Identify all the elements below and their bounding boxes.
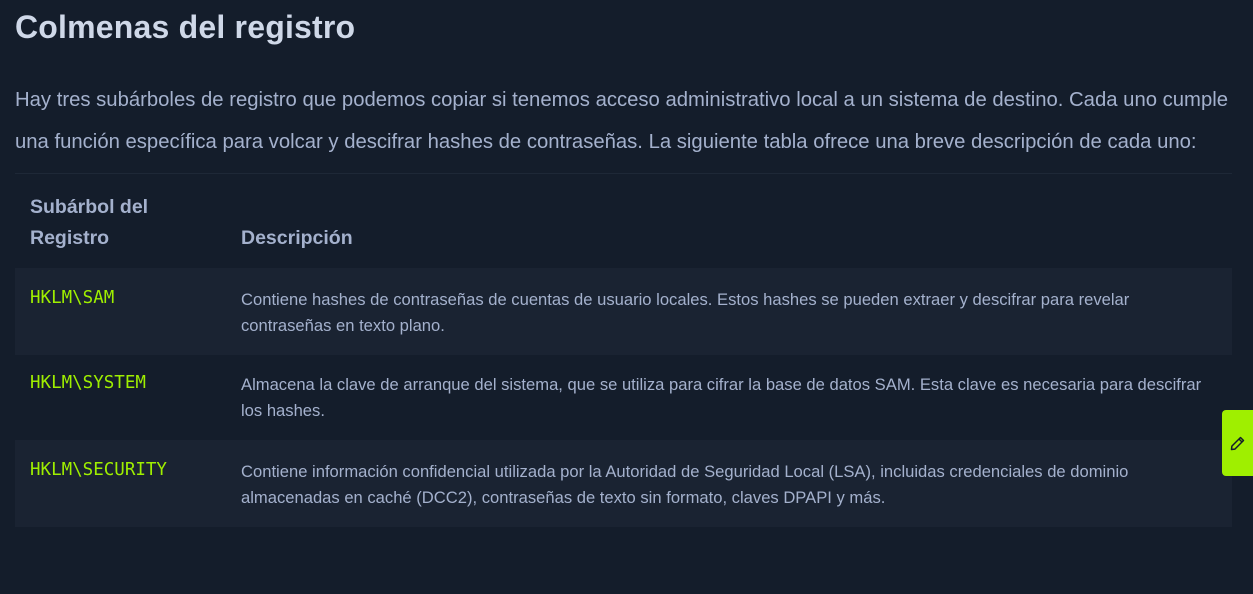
hive-key-sam: HKLM\SAM (30, 288, 115, 308)
table-row: HKLM\SYSTEM Almacena la clave de arranqu… (15, 355, 1232, 440)
table-body: HKLM\SAM Contiene hashes de contraseñas … (15, 268, 1232, 527)
hive-description-security: Contiene información confidencial utiliz… (241, 462, 1129, 507)
pencil-icon (1230, 436, 1245, 451)
registry-hives-table: Subárbol del Registro Descripción HKLM\S… (15, 174, 1232, 527)
table-header-row: Subárbol del Registro Descripción (15, 174, 1232, 268)
edit-tab-button[interactable] (1222, 410, 1253, 476)
intro-paragraph: Hay tres subárboles de registro que pode… (15, 89, 1229, 153)
hive-cell: HKLM\SECURITY (15, 440, 226, 527)
table-row: HKLM\SECURITY Contiene información confi… (15, 440, 1232, 527)
section-title: Colmenas del registro (15, 9, 356, 45)
hive-cell: HKLM\SYSTEM (15, 355, 226, 440)
registry-hives-table-wrapper: Subárbol del Registro Descripción HKLM\S… (15, 173, 1232, 527)
hive-description-system: Almacena la clave de arranque del sistem… (241, 375, 1202, 420)
header-hive: Subárbol del Registro (30, 196, 149, 249)
article-content: Colmenas del registro Hay tres subárbole… (15, 0, 1232, 527)
table-header: Subárbol del Registro Descripción (15, 174, 1232, 268)
description-cell: Contiene hashes de contraseñas de cuenta… (226, 268, 1232, 355)
hive-description-sam: Contiene hashes de contraseñas de cuenta… (241, 290, 1130, 335)
hive-key-system: HKLM\SYSTEM (30, 373, 146, 393)
table-row: HKLM\SAM Contiene hashes de contraseñas … (15, 268, 1232, 355)
header-description: Descripción (241, 227, 353, 249)
description-cell: Contiene información confidencial utiliz… (226, 440, 1232, 527)
hive-key-security: HKLM\SECURITY (30, 460, 167, 480)
hive-cell: HKLM\SAM (15, 268, 226, 355)
description-cell: Almacena la clave de arranque del sistem… (226, 355, 1232, 440)
